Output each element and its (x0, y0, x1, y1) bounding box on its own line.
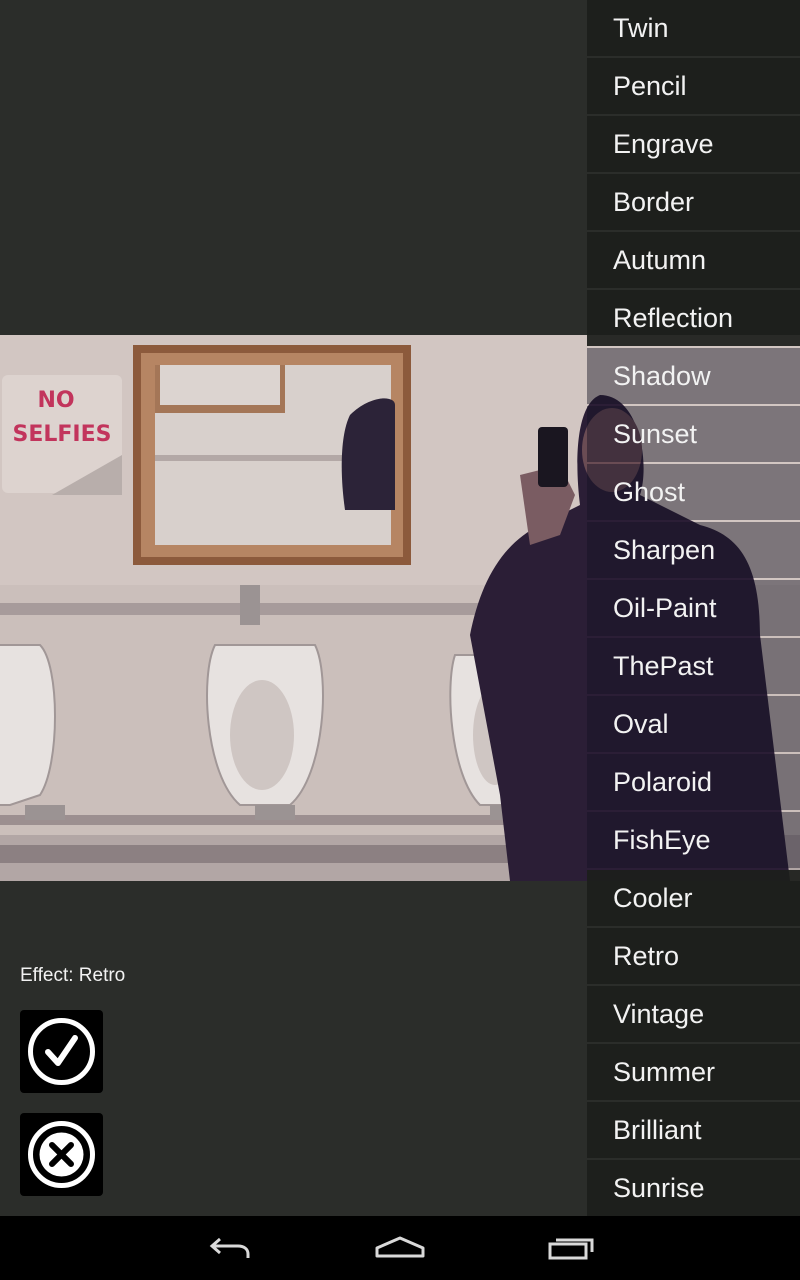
home-icon (375, 1236, 425, 1258)
nav-back-button[interactable] (200, 1230, 260, 1266)
nav-home-button[interactable] (370, 1230, 430, 1266)
effect-item-pencil[interactable]: Pencil (587, 58, 800, 114)
back-arrow-icon (209, 1237, 250, 1258)
effect-status-label: Effect: Retro (20, 965, 126, 986)
effect-item-fisheye[interactable]: FishEye (587, 812, 800, 868)
effect-item-twin[interactable]: Twin (587, 0, 800, 56)
effect-item-oil-paint[interactable]: Oil-Paint (587, 580, 800, 636)
effect-list[interactable]: Twin Pencil Engrave Border Autumn Reflec… (587, 0, 800, 1216)
nav-recents-button[interactable] (542, 1230, 602, 1266)
cancel-button[interactable] (20, 1113, 103, 1196)
effect-item-reflection[interactable]: Reflection (587, 290, 800, 346)
effect-item-polaroid[interactable]: Polaroid (587, 754, 800, 810)
effect-item-sunset[interactable]: Sunset (587, 406, 800, 462)
effect-editor-screen: NO SELFIES Twin Pencil Engrave Border Au… (0, 0, 800, 1280)
apply-button[interactable] (20, 1010, 103, 1093)
effect-item-cooler[interactable]: Cooler (587, 870, 800, 926)
effect-item-autumn[interactable]: Autumn (587, 232, 800, 288)
effect-item-thepast[interactable]: ThePast (587, 638, 800, 694)
effect-item-oval[interactable]: Oval (587, 696, 800, 752)
effect-item-shadow[interactable]: Shadow (587, 348, 800, 404)
effect-item-border[interactable]: Border (587, 174, 800, 230)
effect-item-engrave[interactable]: Engrave (587, 116, 800, 172)
x-circle-icon (28, 1121, 95, 1188)
effect-item-summer[interactable]: Summer (587, 1044, 800, 1100)
recents-icon (548, 1238, 594, 1260)
sign-text-line1: NO (37, 388, 74, 413)
effect-item-retro[interactable]: Retro (587, 928, 800, 984)
effect-item-sunrise[interactable]: Sunrise (587, 1160, 800, 1216)
sign-text-line2: SELFIES (13, 422, 112, 447)
effect-item-sharpen[interactable]: Sharpen (587, 522, 800, 578)
system-nav-bar (0, 1216, 800, 1280)
effect-item-ghost[interactable]: Ghost (587, 464, 800, 520)
check-circle-icon (28, 1018, 95, 1085)
effect-item-brilliant[interactable]: Brilliant (587, 1102, 800, 1158)
effect-item-vintage[interactable]: Vintage (587, 986, 800, 1042)
